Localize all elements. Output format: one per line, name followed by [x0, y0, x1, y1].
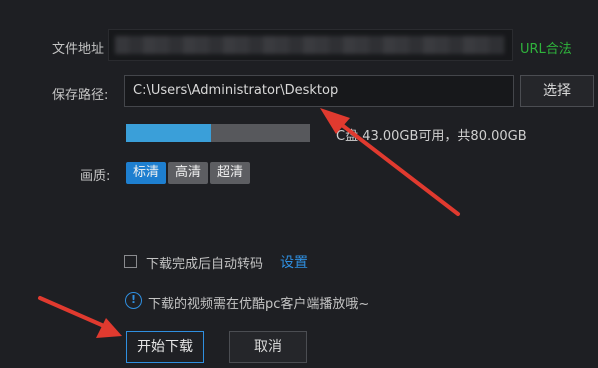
disk-usage-bar [126, 124, 310, 142]
settings-link[interactable]: 设置 [280, 252, 308, 272]
start-download-button[interactable]: 开始下载 [126, 331, 204, 363]
disk-usage-fill [126, 124, 211, 142]
quality-option-sd[interactable]: 标清 [126, 162, 166, 184]
autoconvert-checkbox[interactable] [124, 255, 137, 268]
url-input[interactable] [108, 29, 513, 61]
save-path-label: 保存路径: [52, 88, 109, 103]
save-path-input[interactable]: C:\Users\Administrator\Desktop [124, 75, 514, 107]
info-icon: ! [125, 292, 142, 309]
annotation-arrow-path-icon [320, 108, 460, 216]
quality-label: 画质: [80, 169, 111, 184]
quality-option-hd[interactable]: 高清 [168, 162, 208, 184]
disk-space-info: C盘 43.00GB可用，共80.00GB [336, 129, 527, 144]
playback-notice: 下载的视频需在优酷pc客户端播放哦~ [148, 297, 370, 312]
autoconvert-label: 下载完成后自动转码 [146, 257, 264, 272]
url-valid-status: URL合法 [520, 42, 572, 57]
url-label: 文件地址 [52, 42, 105, 57]
cancel-button[interactable]: 取消 [229, 331, 307, 363]
blurred-url-text [115, 36, 504, 54]
quality-selector: 标清 高清 超清 [126, 162, 250, 184]
quality-option-fhd[interactable]: 超清 [210, 162, 250, 184]
choose-folder-button[interactable]: 选择 [520, 75, 594, 107]
annotation-arrow-download-icon [38, 296, 122, 338]
